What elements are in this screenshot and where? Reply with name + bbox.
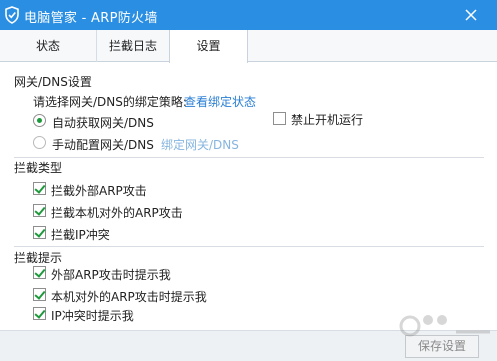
block-outbound-arp-label[interactable]: 拦截本机对外的ARP攻击 (51, 204, 183, 221)
window-title: 电脑管家 - ARP防火墙 (24, 11, 158, 26)
auto-gateway-radio[interactable] (33, 114, 46, 127)
tab-status[interactable]: 状态 (0, 30, 97, 62)
close-icon (465, 9, 477, 21)
block-external-arp-checkbox[interactable] (33, 182, 46, 195)
view-binding-status-link[interactable]: 查看绑定状态 (184, 93, 256, 110)
divider (14, 157, 484, 158)
block-external-arp-label[interactable]: 拦截外部ARP攻击 (51, 182, 147, 199)
watermark-logo (399, 315, 490, 337)
block-outbound-arp-checkbox[interactable] (33, 204, 46, 217)
close-button[interactable] (461, 5, 481, 25)
shield-check-icon (5, 6, 19, 24)
tab-block-log[interactable]: 拦截日志 (97, 30, 169, 62)
prompt-outbound-arp-label[interactable]: 本机对外的ARP攻击时提示我 (51, 288, 207, 305)
prompt-external-arp-checkbox[interactable] (33, 266, 46, 279)
tab-bar: 状态 拦截日志 设置 (0, 30, 497, 63)
binding-policy-prompt: 请选择网关/DNS的绑定策略: (33, 95, 187, 109)
divider (14, 246, 484, 247)
block-ip-conflict-checkbox[interactable] (33, 226, 46, 239)
prompt-ip-conflict-checkbox[interactable] (33, 307, 46, 320)
disable-startup-label[interactable]: 禁止开机运行 (291, 111, 363, 128)
prompt-ip-conflict-label[interactable]: IP冲突时提示我 (51, 307, 134, 324)
auto-gateway-label[interactable]: 自动获取网关/DNS (52, 114, 154, 131)
block-ip-conflict-label[interactable]: 拦截IP冲突 (51, 226, 110, 243)
title-bar: 电脑管家 - ARP防火墙 (0, 0, 497, 30)
block-prompts-section-title: 拦截提示 (14, 251, 63, 265)
disable-startup-checkbox[interactable] (273, 112, 286, 125)
gateway-section-title: 网关/DNS设置 (14, 75, 92, 89)
block-types-section-title: 拦截类型 (14, 161, 63, 175)
tab-settings[interactable]: 设置 (169, 30, 248, 63)
prompt-external-arp-label[interactable]: 外部ARP攻击时提示我 (51, 266, 171, 283)
manual-gateway-radio[interactable] (33, 136, 46, 149)
prompt-outbound-arp-checkbox[interactable] (33, 288, 46, 301)
bind-gateway-link[interactable]: 绑定网关/DNS (161, 136, 239, 153)
manual-gateway-label[interactable]: 手动配置网关/DNS (52, 136, 154, 153)
